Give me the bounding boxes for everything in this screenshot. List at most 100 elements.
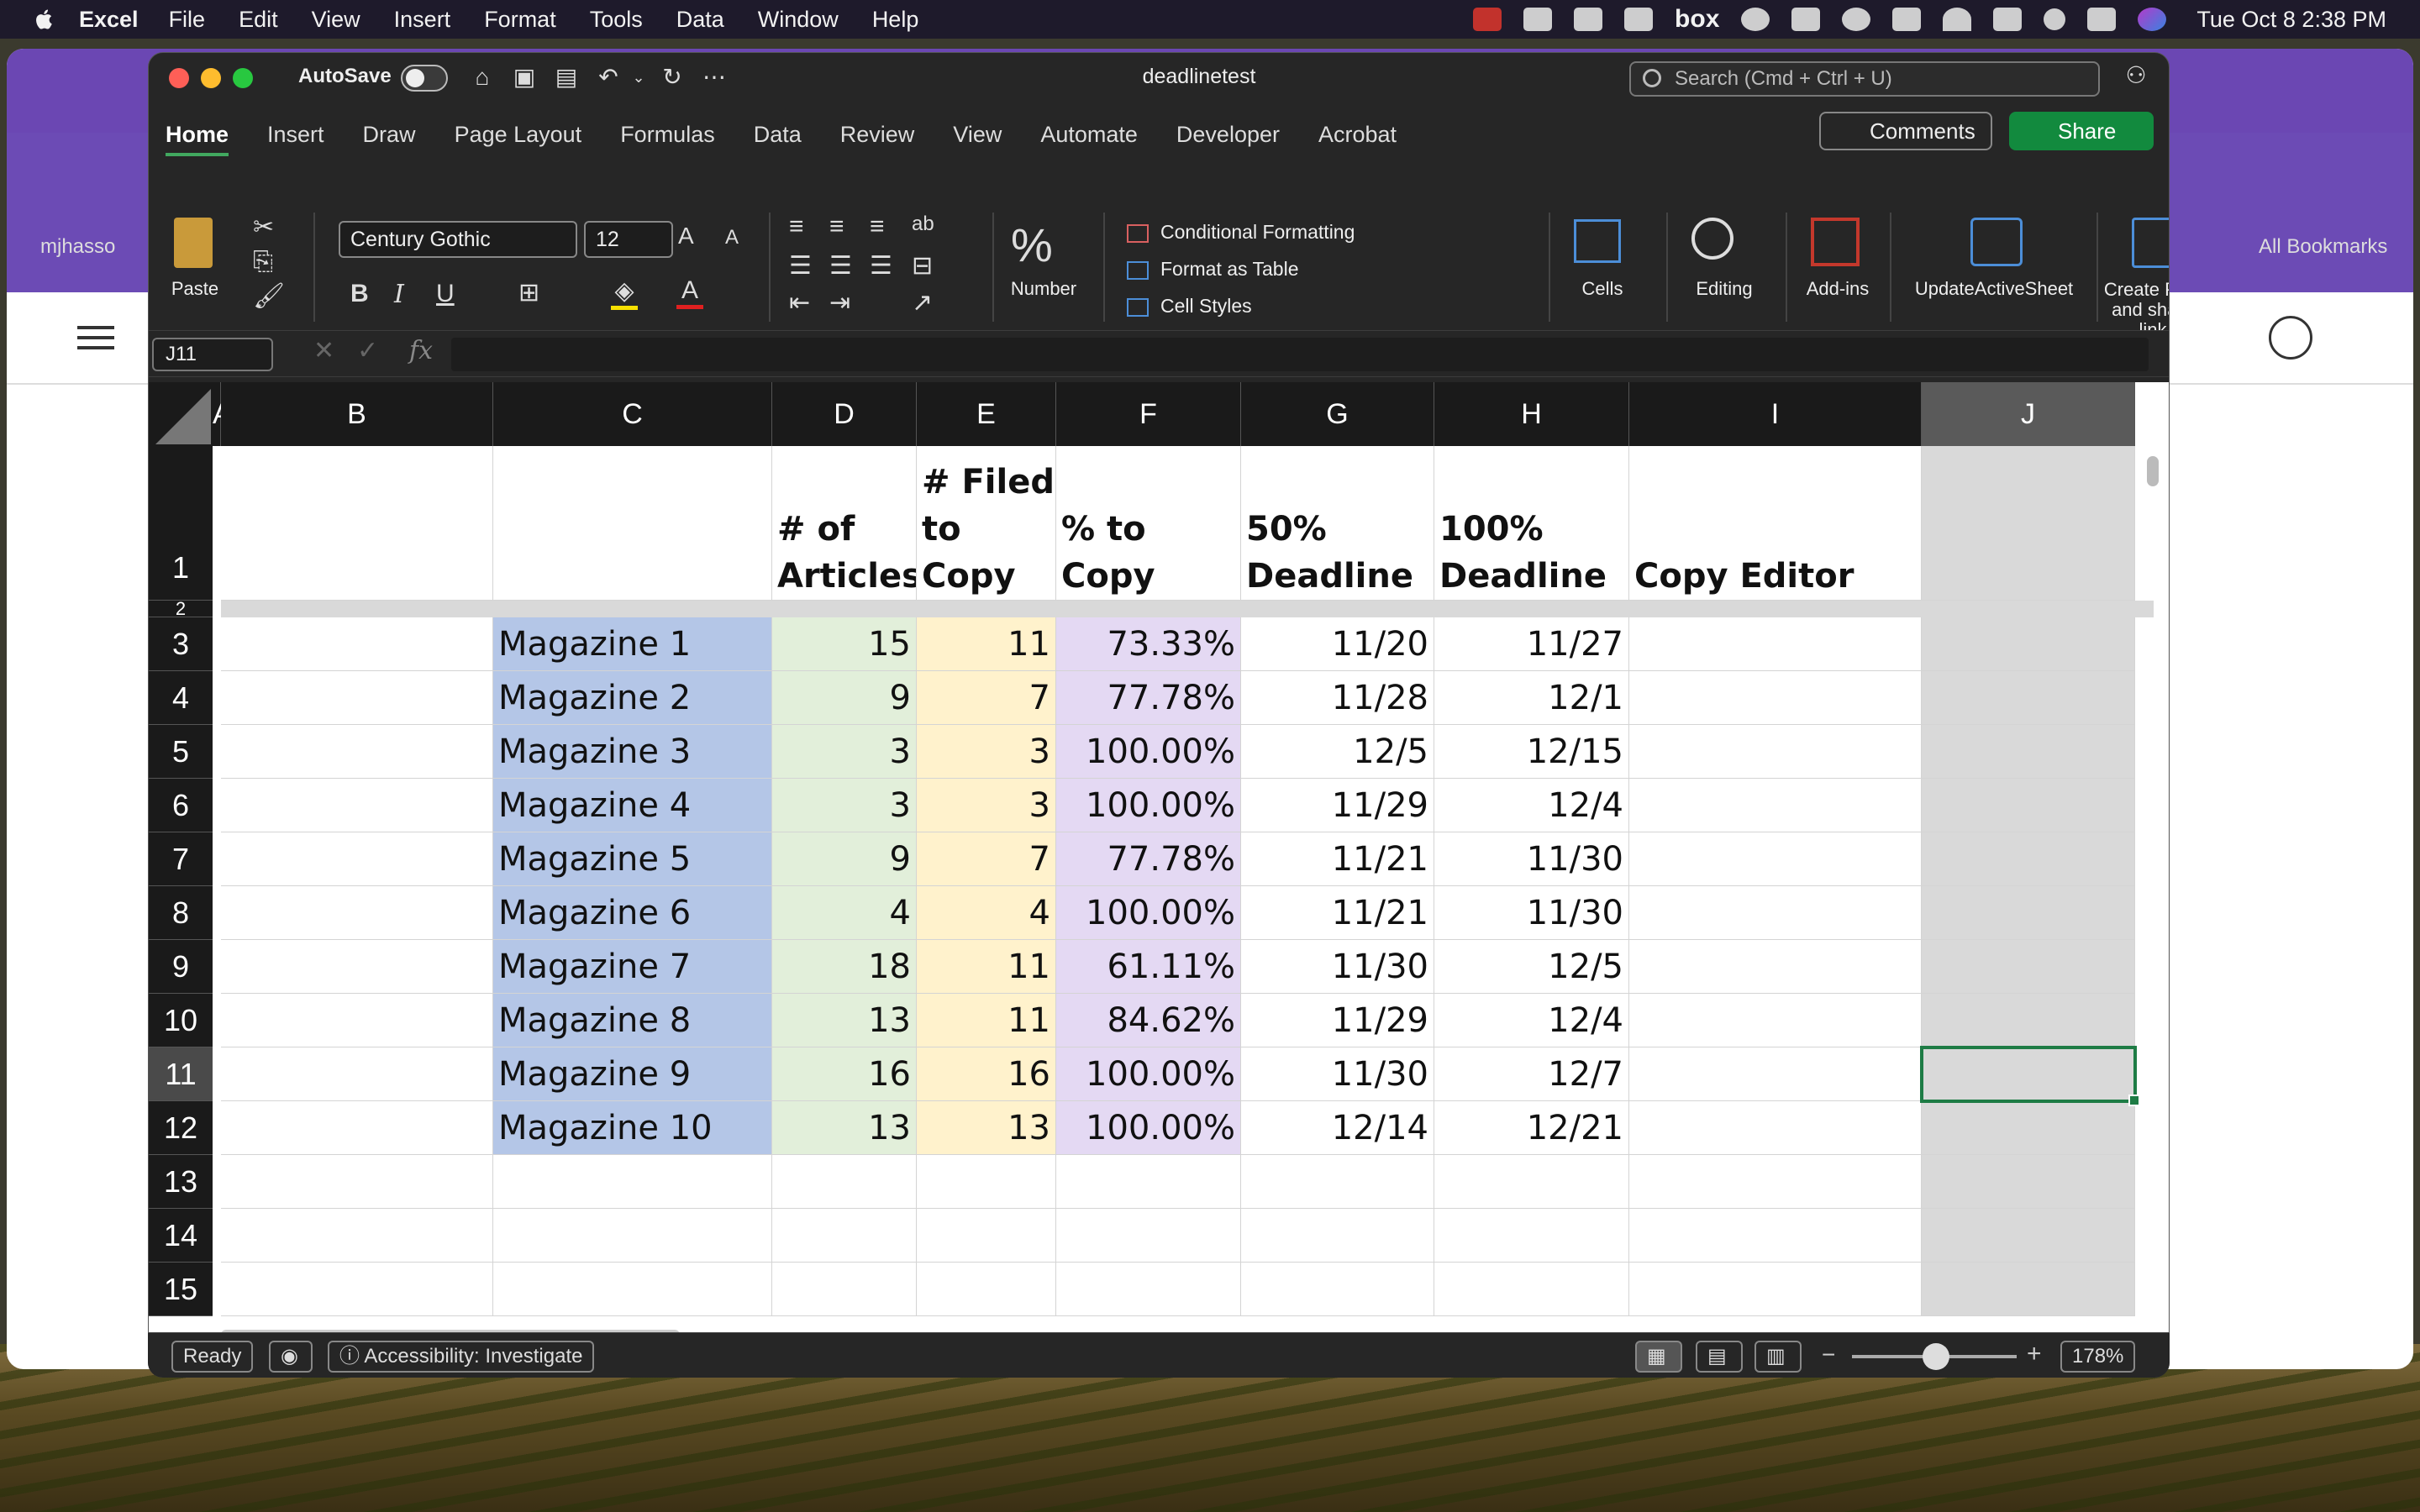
deadline-100-cell[interactable]: 12/21 xyxy=(1434,1101,1629,1155)
fci-icon[interactable] xyxy=(1473,8,1502,31)
decrease-font-icon[interactable]: A xyxy=(725,226,739,249)
app-menu[interactable]: Excel xyxy=(79,7,139,33)
profile-icon[interactable] xyxy=(2269,316,2312,360)
cells-icon[interactable] xyxy=(1574,219,1621,263)
all-bookmarks[interactable]: All Bookmarks xyxy=(2259,235,2387,259)
copilot-icon[interactable]: ⚇ xyxy=(2122,61,2150,90)
column-header-c[interactable]: C xyxy=(493,382,772,446)
row-header-6[interactable]: 6 xyxy=(149,779,213,832)
deadline-50-cell[interactable]: 11/30 xyxy=(1241,1047,1434,1101)
deadline-50-cell[interactable]: 12/14 xyxy=(1241,1101,1434,1155)
header-cell-h[interactable]: 100% Deadline xyxy=(1434,446,1629,601)
close-window-button[interactable] xyxy=(169,68,189,88)
more-commands-icon[interactable]: ⋯ xyxy=(700,63,729,92)
selected-cell-j11[interactable] xyxy=(1920,1046,2140,1106)
cell-g13[interactable] xyxy=(1241,1155,1434,1209)
undo-icon[interactable]: ↶ xyxy=(594,63,623,92)
column-header-j[interactable]: J xyxy=(1922,382,2135,446)
magazine-name-cell[interactable]: Magazine 9 xyxy=(493,1047,772,1101)
column-header-b[interactable]: B xyxy=(221,382,493,446)
percent-cell[interactable]: 84.62% xyxy=(1056,994,1241,1047)
cell-h14[interactable] xyxy=(1434,1209,1629,1263)
articles-cell[interactable]: 3 xyxy=(772,779,917,832)
align-center-icon[interactable]: ☰ xyxy=(829,251,852,281)
tab-review[interactable]: Review xyxy=(840,122,915,148)
copy-editor-cell[interactable] xyxy=(1629,779,1922,832)
row-header-10[interactable]: 10 xyxy=(149,994,213,1047)
menubar-clock[interactable]: Tue Oct 8 2:38 PM xyxy=(2196,7,2386,33)
deadline-100-cell[interactable]: 11/30 xyxy=(1434,832,1629,886)
deadline-50-cell[interactable]: 11/21 xyxy=(1241,832,1434,886)
row-header-8[interactable]: 8 xyxy=(149,886,213,940)
format-painter-icon[interactable]: 🖌 xyxy=(253,281,285,311)
wrap-text-icon[interactable]: ab xyxy=(912,213,934,236)
column-header-e[interactable]: E xyxy=(917,382,1056,446)
menu-file[interactable]: File xyxy=(169,7,206,33)
siri-icon[interactable] xyxy=(2138,8,2167,31)
grammarly-icon[interactable] xyxy=(1741,8,1770,31)
column-header-f[interactable]: F xyxy=(1056,382,1241,446)
cell-h13[interactable] xyxy=(1434,1155,1629,1209)
cell-b8[interactable] xyxy=(221,886,493,940)
deadline-50-cell[interactable]: 11/29 xyxy=(1241,779,1434,832)
filed-cell[interactable]: 11 xyxy=(917,617,1056,671)
menu-data[interactable]: Data xyxy=(676,7,724,33)
paste-icon[interactable] xyxy=(174,218,213,268)
copy-editor-cell[interactable] xyxy=(1629,1101,1922,1155)
cell-j10[interactable] xyxy=(1922,994,2135,1047)
deadline-100-cell[interactable]: 11/27 xyxy=(1434,617,1629,671)
deadline-100-cell[interactable]: 11/30 xyxy=(1434,886,1629,940)
deadline-50-cell[interactable]: 11/30 xyxy=(1241,940,1434,994)
menu-insert[interactable]: Insert xyxy=(394,7,451,33)
header-cell-d[interactable]: # of Articles xyxy=(772,446,917,601)
filed-cell[interactable]: 4 xyxy=(917,886,1056,940)
cut-icon[interactable]: ✂ xyxy=(253,213,274,242)
filed-cell[interactable]: 3 xyxy=(917,779,1056,832)
filed-cell[interactable]: 11 xyxy=(917,994,1056,1047)
fill-color-icon[interactable]: ◈ xyxy=(611,276,638,310)
hamburger-menu-icon[interactable] xyxy=(77,326,114,329)
tab-home[interactable]: Home xyxy=(166,122,229,156)
update-active-sheet-icon[interactable] xyxy=(1970,218,2023,266)
redo-icon[interactable]: ↻ xyxy=(658,63,687,92)
creative-cloud-icon[interactable] xyxy=(1574,8,1603,31)
header-cell-i[interactable]: Copy Editor xyxy=(1629,446,1922,601)
home-icon[interactable]: ⌂ xyxy=(468,63,497,92)
row-header-13[interactable]: 13 xyxy=(149,1155,213,1209)
filed-cell[interactable]: 7 xyxy=(917,671,1056,725)
cell-i15[interactable] xyxy=(1629,1263,1922,1316)
create-pdf-icon[interactable] xyxy=(2132,218,2169,268)
tab-automate[interactable]: Automate xyxy=(1040,122,1138,148)
percent-icon[interactable]: % xyxy=(1011,218,1053,272)
cell-i14[interactable] xyxy=(1629,1209,1922,1263)
merge-center-icon[interactable]: ⊟ xyxy=(912,251,933,281)
finder-icon[interactable] xyxy=(1523,8,1553,31)
spotlight-icon[interactable] xyxy=(2044,8,2066,30)
articles-cell[interactable]: 18 xyxy=(772,940,917,994)
page-break-view-icon[interactable]: ▥ xyxy=(1754,1341,1802,1373)
column-header-g[interactable]: G xyxy=(1241,382,1434,446)
header-cell-f[interactable]: % to Copy xyxy=(1056,446,1241,601)
comments-button[interactable]: Comments xyxy=(1819,112,1992,150)
header-cell-e[interactable]: # Filed to Copy xyxy=(917,446,1056,601)
cell-e13[interactable] xyxy=(917,1155,1056,1209)
update-active-sheet-label[interactable]: UpdateActiveSheet xyxy=(1902,278,2086,300)
cell-j4[interactable] xyxy=(1922,671,2135,725)
deadline-100-cell[interactable]: 12/1 xyxy=(1434,671,1629,725)
menu-format[interactable]: Format xyxy=(484,7,556,33)
articles-cell[interactable]: 4 xyxy=(772,886,917,940)
font-size-select[interactable]: 12 xyxy=(584,221,673,258)
magazine-name-cell[interactable]: Magazine 10 xyxy=(493,1101,772,1155)
format-as-table-button[interactable]: Format as Table xyxy=(1127,258,1298,281)
magazine-name-cell[interactable]: Magazine 3 xyxy=(493,725,772,779)
cell-j6[interactable] xyxy=(1922,779,2135,832)
cell-g15[interactable] xyxy=(1241,1263,1434,1316)
cell-b7[interactable] xyxy=(221,832,493,886)
editing-label[interactable]: Editing xyxy=(1678,278,1770,300)
cell-e15[interactable] xyxy=(917,1263,1056,1316)
cell-i13[interactable] xyxy=(1629,1155,1922,1209)
articles-cell[interactable]: 13 xyxy=(772,1101,917,1155)
autosave-toggle[interactable] xyxy=(401,65,448,92)
tab-page-layout[interactable]: Page Layout xyxy=(455,122,582,148)
magazine-name-cell[interactable]: Magazine 8 xyxy=(493,994,772,1047)
